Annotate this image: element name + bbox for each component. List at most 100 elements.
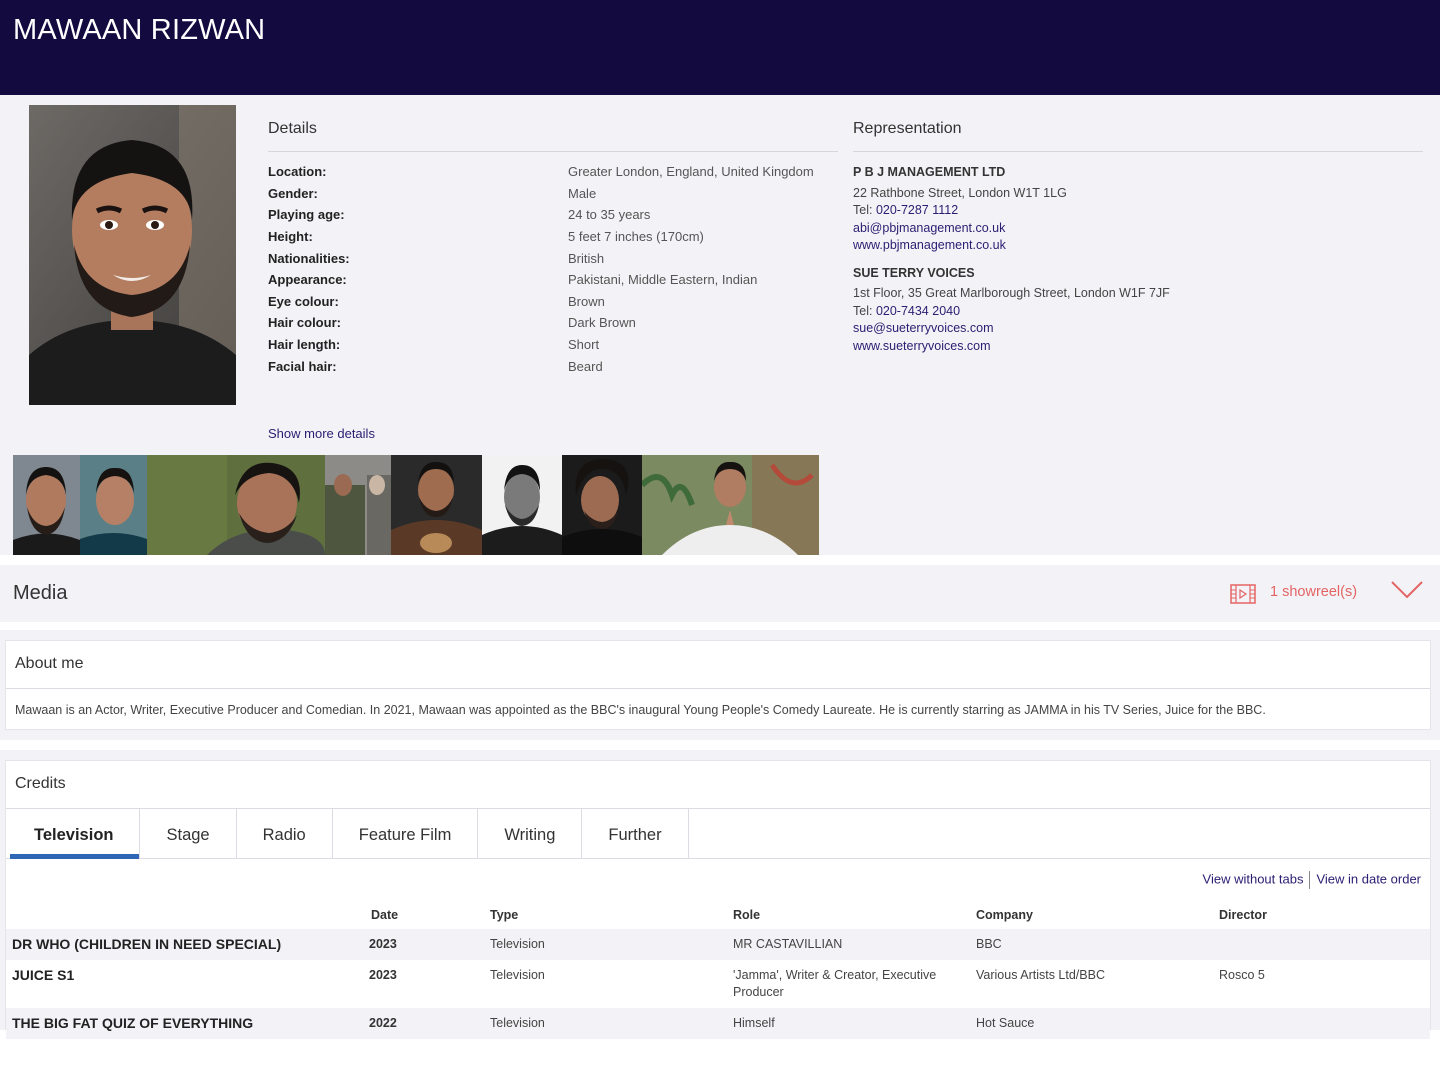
about-heading: About me bbox=[6, 641, 1430, 689]
gallery-photo[interactable] bbox=[391, 455, 482, 555]
credit-director: Rosco 5 bbox=[1219, 968, 1265, 982]
credit-director bbox=[1219, 1008, 1419, 1039]
details-panel: Details Location: Greater London, England… bbox=[268, 95, 838, 377]
detail-value: Dark Brown bbox=[568, 315, 636, 331]
credit-role: Himself bbox=[733, 1016, 775, 1030]
credit-date: 2022 bbox=[369, 1016, 397, 1030]
detail-row-height: Height: 5 feet 7 inches (170cm) bbox=[268, 226, 838, 248]
agency-phone-link[interactable]: 020-7434 2040 bbox=[876, 304, 960, 318]
detail-row-hair-colour: Hair colour: Dark Brown bbox=[268, 312, 838, 334]
gallery-photo[interactable] bbox=[13, 455, 80, 555]
detail-value: Pakistani, Middle Eastern, Indian bbox=[568, 272, 758, 288]
detail-label: Height: bbox=[268, 229, 313, 245]
tab-radio[interactable]: Radio bbox=[237, 809, 333, 858]
media-section[interactable]: Media 1 showreel(s) bbox=[0, 565, 1440, 622]
detail-value: Brown bbox=[568, 293, 605, 309]
detail-label: Gender: bbox=[268, 185, 318, 201]
credits-table: Date Type Role Company Director DR WHO (… bbox=[6, 901, 1430, 1039]
agency-address: 1st Floor, 35 Great Marlborough Street, … bbox=[853, 286, 1170, 300]
gallery-photo[interactable] bbox=[642, 455, 819, 555]
detail-value: Beard bbox=[568, 358, 603, 374]
agency-email-link[interactable]: abi@pbjmanagement.co.uk bbox=[853, 221, 1005, 235]
table-row: JUICE S1 2023 Television 'Jamma', Writer… bbox=[6, 960, 1430, 1008]
detail-value: Male bbox=[568, 185, 597, 201]
view-without-tabs-link[interactable]: View without tabs bbox=[1203, 871, 1304, 886]
detail-label: Playing age: bbox=[268, 207, 345, 223]
headshot-photo[interactable] bbox=[29, 105, 236, 405]
credit-title: DR WHO (CHILDREN IN NEED SPECIAL) bbox=[12, 936, 282, 952]
agency-block: SUE TERRY VOICES 1st Floor, 35 Great Mar… bbox=[853, 265, 1423, 356]
credit-type: Television bbox=[490, 1016, 545, 1030]
show-more-details-link[interactable]: Show more details bbox=[268, 426, 375, 441]
about-text: Mawaan is an Actor, Writer, Executive Pr… bbox=[15, 703, 1266, 717]
view-options: View without tabs View in date order bbox=[1203, 871, 1421, 889]
detail-label: Hair colour: bbox=[268, 315, 341, 331]
gallery-photo[interactable] bbox=[147, 455, 325, 555]
gallery-photo[interactable] bbox=[482, 455, 562, 555]
agency-tel: Tel: 020-7434 2040 bbox=[853, 303, 1423, 321]
actor-name: MAWAAN RIZWAN bbox=[13, 14, 266, 46]
credit-director bbox=[1219, 929, 1419, 960]
details-list: Location: Greater London, England, United… bbox=[268, 152, 838, 377]
agency-block: P B J MANAGEMENT LTD 22 Rathbone Street,… bbox=[853, 164, 1423, 255]
chevron-down-icon[interactable] bbox=[1390, 579, 1424, 604]
credit-role: MR CASTAVILLIAN bbox=[733, 937, 843, 951]
view-in-date-order-link[interactable]: View in date order bbox=[1316, 871, 1421, 886]
credit-title: THE BIG FAT QUIZ OF EVERYTHING bbox=[12, 1015, 254, 1031]
detail-row-location: Location: Greater London, England, United… bbox=[268, 161, 838, 183]
agency-tel: Tel: 020-7287 1112 bbox=[853, 202, 1423, 220]
showreel-count-link[interactable]: 1 showreel(s) bbox=[1270, 584, 1357, 600]
agency-address: 22 Rathbone Street, London W1T 1LG bbox=[853, 185, 1067, 200]
detail-label: Hair length: bbox=[268, 337, 341, 353]
representation-heading: Representation bbox=[853, 95, 1423, 152]
credit-type: Television bbox=[490, 937, 545, 951]
table-header: Date Type Role Company Director bbox=[6, 901, 1430, 929]
film-icon[interactable] bbox=[1230, 584, 1256, 607]
credit-role: 'Jamma', Writer & Creator, Executive Pro… bbox=[733, 968, 937, 999]
details-heading: Details bbox=[268, 95, 838, 152]
credits-heading: Credits bbox=[6, 761, 1430, 809]
agency-phone-link[interactable]: 020-7287 1112 bbox=[876, 203, 958, 217]
media-title: Media bbox=[13, 582, 68, 604]
gallery-photo[interactable] bbox=[80, 455, 147, 555]
tab-further[interactable]: Further bbox=[582, 809, 689, 858]
tab-writing[interactable]: Writing bbox=[478, 809, 583, 858]
detail-value: Short bbox=[568, 337, 600, 353]
column-header-date: Date bbox=[371, 908, 399, 922]
tab-stage[interactable]: Stage bbox=[140, 809, 237, 858]
credit-company: Hot Sauce bbox=[976, 1016, 1035, 1030]
tab-television[interactable]: Television bbox=[8, 809, 141, 859]
detail-label: Appearance: bbox=[268, 272, 347, 288]
table-row: DR WHO (CHILDREN IN NEED SPECIAL) 2023 T… bbox=[6, 929, 1430, 960]
agency-name: P B J MANAGEMENT LTD bbox=[853, 165, 1006, 179]
detail-value: Greater London, England, United Kingdom bbox=[568, 164, 814, 180]
agency-email-link[interactable]: sue@sueterryvoices.com bbox=[853, 321, 994, 335]
agency-website-link[interactable]: www.pbjmanagement.co.uk bbox=[853, 238, 1006, 252]
credit-company: BBC bbox=[976, 937, 1002, 951]
detail-value: 24 to 35 years bbox=[568, 207, 651, 223]
photo-gallery bbox=[13, 455, 819, 555]
detail-label: Facial hair: bbox=[268, 358, 337, 374]
detail-row-hair-length: Hair length: Short bbox=[268, 334, 838, 356]
detail-row-playing-age: Playing age: 24 to 35 years bbox=[268, 204, 838, 226]
tel-label: Tel: bbox=[853, 203, 873, 217]
representation-panel: Representation P B J MANAGEMENT LTD 22 R… bbox=[853, 95, 1423, 355]
table-row: THE BIG FAT QUIZ OF EVERYTHING 2022 Tele… bbox=[6, 1008, 1430, 1039]
detail-label: Eye colour: bbox=[268, 293, 339, 309]
page-header: MAWAAN RIZWAN bbox=[0, 0, 1440, 95]
credit-type: Television bbox=[490, 968, 545, 982]
detail-label: Location: bbox=[268, 164, 327, 180]
gallery-photo[interactable] bbox=[325, 455, 391, 555]
agency-website-link[interactable]: www.sueterryvoices.com bbox=[853, 339, 991, 353]
credits-card: Credits Television Stage Radio Feature F… bbox=[5, 760, 1431, 1039]
column-header-director: Director bbox=[1219, 908, 1267, 922]
tab-feature-film[interactable]: Feature Film bbox=[333, 809, 479, 858]
tel-label: Tel: bbox=[853, 303, 873, 318]
column-header-company: Company bbox=[976, 908, 1033, 922]
detail-value: 5 feet 7 inches (170cm) bbox=[568, 229, 704, 245]
gallery-photo[interactable] bbox=[562, 455, 642, 555]
profile-section: Details Location: Greater London, England… bbox=[0, 95, 1440, 555]
about-card: About me Mawaan is an Actor, Writer, Exe… bbox=[5, 640, 1431, 730]
detail-label: Nationalities: bbox=[268, 250, 350, 266]
divider bbox=[1309, 871, 1311, 889]
